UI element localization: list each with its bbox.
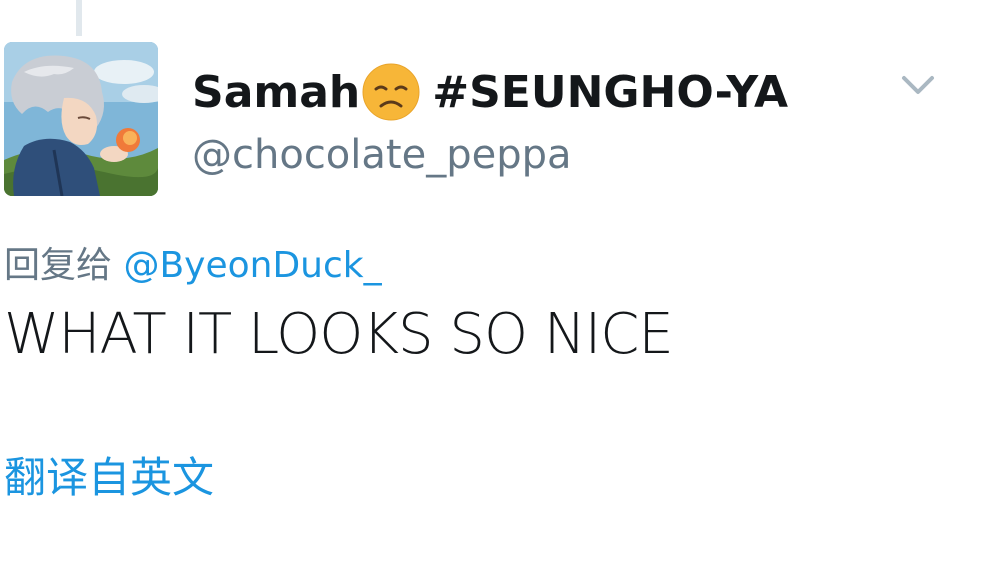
avatar[interactable] [4,42,158,196]
chevron-down-icon[interactable] [898,70,938,100]
author-display-name[interactable]: Samah #SEUNGHO-YA [192,62,788,122]
avatar-image [4,42,158,196]
tweet-text: WHAT IT LOOKS SO NICE [4,302,674,367]
disappointed-face-emoji-icon [362,63,420,121]
author-username[interactable]: @chocolate_peppa [192,132,572,178]
reply-mention-link[interactable]: @ByeonDuck_ [123,245,381,286]
reply-prefix: 回复给 [4,245,113,286]
display-name-suffix: #SEUNGHO-YA [432,66,789,118]
tweet-detail: Samah #SEUNGHO-YA @chocolate_peppa 回复给 @… [0,0,1000,573]
translate-tweet-link[interactable]: 翻译自英文 [4,444,214,505]
display-name-text: Samah [192,66,361,118]
thread-connector-line [76,0,82,36]
reply-context: 回复给 @ByeonDuck_ [4,236,382,288]
